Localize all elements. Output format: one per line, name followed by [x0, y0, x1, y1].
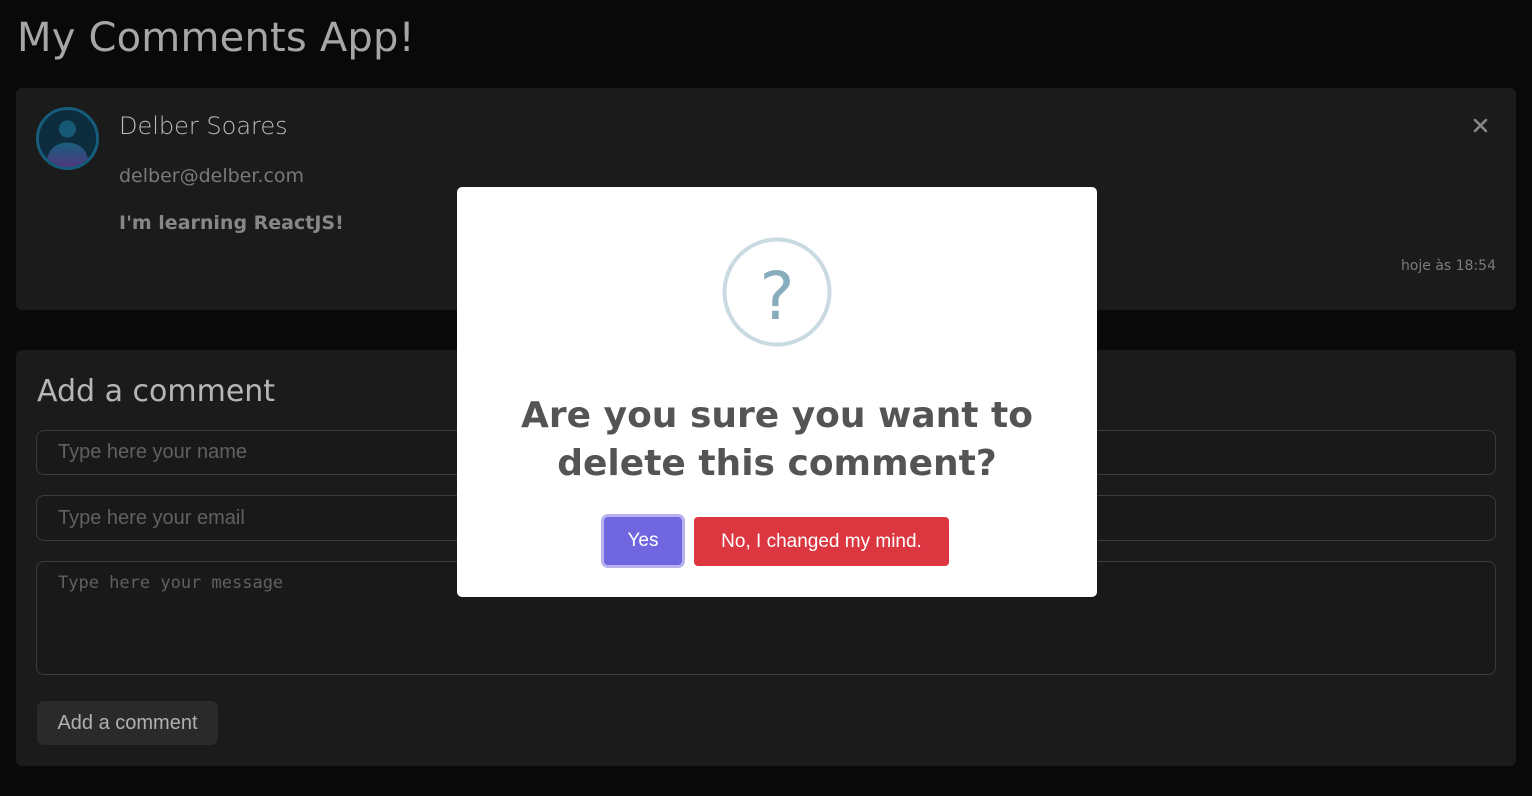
confirm-delete-dialog: ? Are you sure you want to delete this c…	[457, 187, 1097, 597]
confirm-yes-button[interactable]: Yes	[604, 517, 682, 565]
dialog-title: Are you sure you want to delete this com…	[521, 395, 1033, 484]
svg-text:?: ?	[759, 258, 794, 335]
page: My Comments App! Delber Soares delber@de…	[0, 0, 1532, 796]
cancel-button[interactable]: No, I changed my mind.	[694, 517, 949, 566]
question-icon: ?	[722, 237, 832, 347]
